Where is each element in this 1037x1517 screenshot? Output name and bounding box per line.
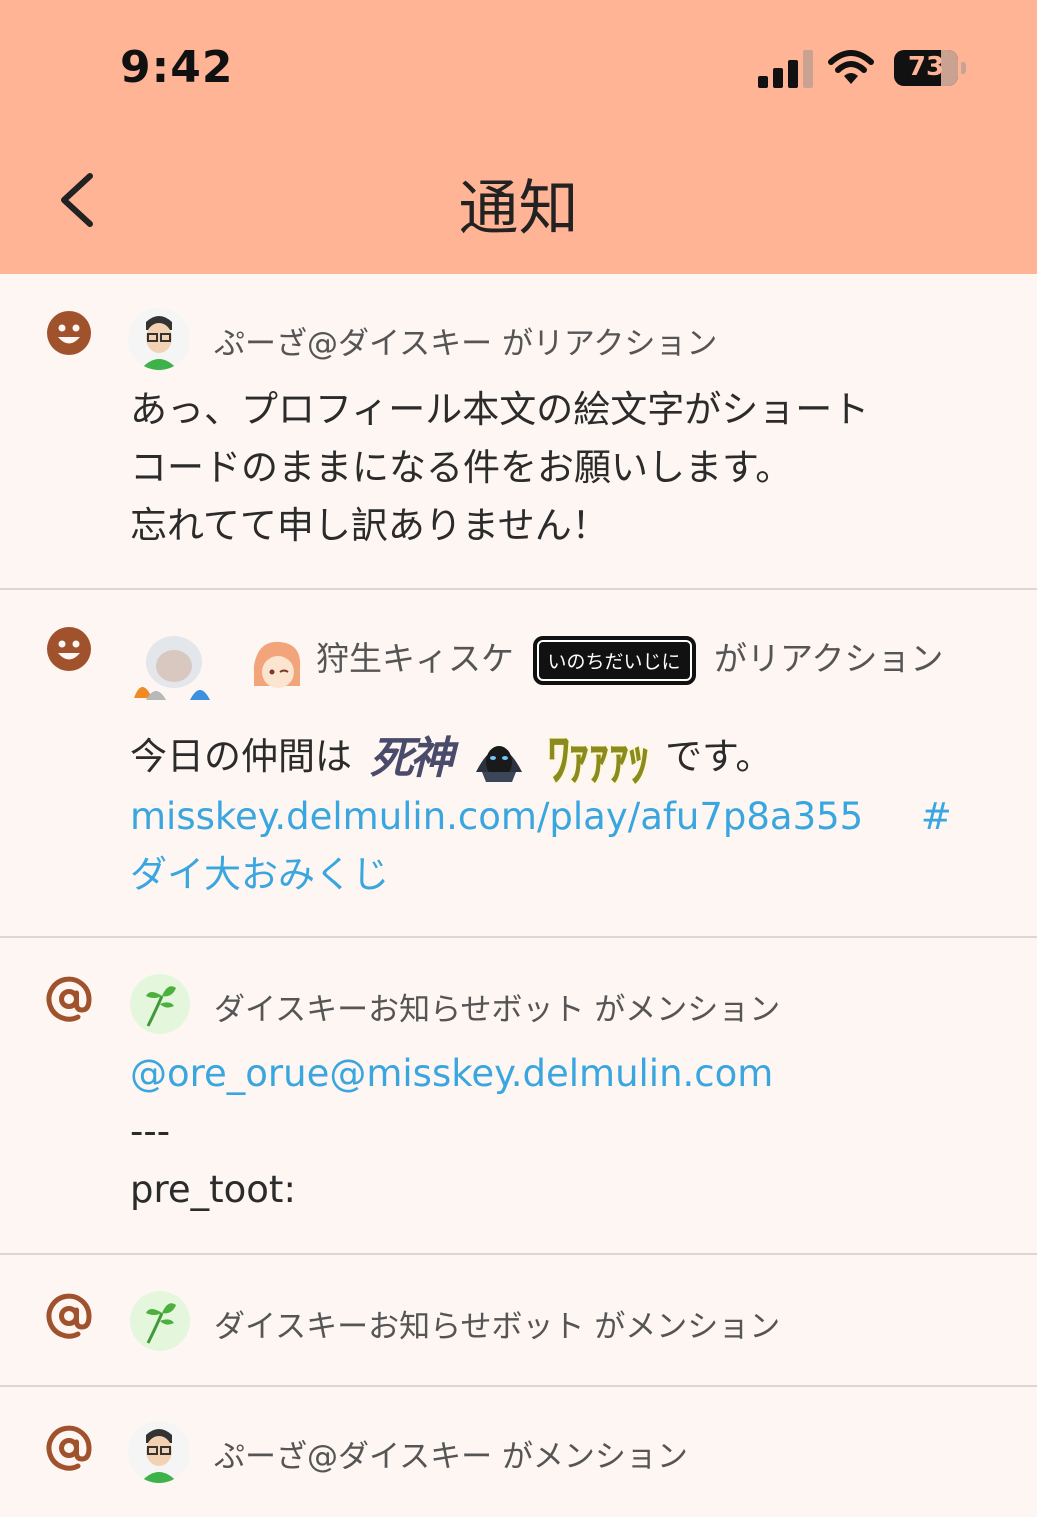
notification-item[interactable]: ダイスキーお知らせボット がメンション @ore_orue@misskey.de… <box>0 938 1037 1255</box>
avatar[interactable] <box>128 308 190 370</box>
notification-header: ダイスキーお知らせボット がメンション <box>214 984 780 1029</box>
notification-list: ぷーざ@ダイスキー がリアクション あっ、プロフィール本文の絵文字がショート コ… <box>0 274 1037 1517</box>
page-title: 通知 <box>458 174 579 244</box>
avatar[interactable] <box>248 636 306 694</box>
custom-emoji-waaa: ﾜｧｧｧｯ <box>547 724 650 793</box>
note-link[interactable]: misskey.delmulin.com/play/afu7p8a355 <box>130 795 863 838</box>
status-time: 9:42 <box>120 42 234 93</box>
notification-header: ダイスキーお知らせボット がメンション <box>214 1301 780 1346</box>
custom-emoji-shinigami: 死神 <box>369 732 454 784</box>
action-label: がメンション <box>594 1309 781 1345</box>
user-name[interactable]: ダイスキーお知らせボット <box>214 1309 584 1345</box>
hashtag-link[interactable]: ダイ大おみくじ <box>130 853 389 896</box>
body-line: pre_toot: <box>130 1168 296 1211</box>
mention-link[interactable]: @ore_orue@misskey.delmulin.com <box>130 1045 1010 1103</box>
notification-item[interactable]: 狩生キィスケ いのちだいじに がリアクション 今日の仲間は 死神 ﾜｧｧｧｯ で… <box>0 590 1037 938</box>
at-sign-icon <box>46 1425 92 1471</box>
user-name[interactable]: ぷーざ@ダイスキー <box>214 1439 492 1475</box>
notification-header: 狩生キィスケ いのちだいじに がリアクション <box>316 632 943 685</box>
wifi-icon <box>828 50 874 84</box>
avatar[interactable] <box>130 1291 190 1351</box>
action-label: がリアクション <box>714 639 944 678</box>
smiley-icon <box>47 311 91 355</box>
body-line: 今日の仲間は 死神 ﾜｧｧｧｯ です。 <box>130 725 990 793</box>
body-line: コードのままになる件をお願いします。 <box>130 446 793 489</box>
body-line: ダイ大おみくじ <box>130 846 990 904</box>
action-label: がメンション <box>594 992 781 1028</box>
notification-item[interactable]: ぷーざ@ダイスキー がメンション <box>0 1387 1037 1517</box>
role-badge: いのちだいじに <box>532 636 696 685</box>
hashtag-mark[interactable]: # <box>921 795 952 838</box>
at-sign-icon <box>46 1293 92 1339</box>
body-line: あっ、プロフィール本文の絵文字がショート <box>130 388 870 431</box>
avatar[interactable] <box>128 1421 190 1483</box>
user-name[interactable]: ダイスキーお知らせボット <box>214 992 584 1028</box>
action-label: がリアクション <box>501 326 718 362</box>
notification-header: ぷーざ@ダイスキー がリアクション <box>214 318 717 363</box>
app-header: 9:42 73 通知 <box>0 0 1037 274</box>
notification-header: ぷーざ@ダイスキー がメンション <box>214 1431 688 1476</box>
at-sign-icon <box>46 976 92 1022</box>
user-name[interactable]: ぷーざ@ダイスキー <box>214 326 492 362</box>
smiley-icon <box>47 627 91 671</box>
mask-emoji-icon <box>475 745 522 782</box>
note-body: あっ、プロフィール本文の絵文字がショート コードのままになる件をお願いします。 … <box>130 381 1010 555</box>
body-line: 忘れてて申し訳ありません！ <box>130 504 609 547</box>
avatar[interactable] <box>130 974 190 1034</box>
note-body: 今日の仲間は 死神 ﾜｧｧｧｯ です。 misskey.delmulin.com… <box>130 725 990 904</box>
notification-item[interactable]: ぷーざ@ダイスキー がリアクション あっ、プロフィール本文の絵文字がショート コ… <box>0 274 1037 590</box>
user-name[interactable]: 狩生キィスケ <box>316 639 514 678</box>
body-line: --- <box>130 1110 171 1153</box>
note-body: @ore_orue@misskey.delmulin.com --- pre_t… <box>130 1045 1010 1219</box>
status-icons: 73 <box>758 48 973 92</box>
action-label: がメンション <box>501 1439 688 1475</box>
notification-item[interactable]: ダイスキーお知らせボット がメンション <box>0 1255 1037 1387</box>
reaction-emoji-icon <box>134 636 210 700</box>
battery-icon: 73 <box>894 50 958 86</box>
body-line: misskey.delmulin.com/play/afu7p8a355 # <box>130 788 990 846</box>
cellular-signal-icon <box>758 48 814 88</box>
battery-level: 73 <box>907 52 945 82</box>
